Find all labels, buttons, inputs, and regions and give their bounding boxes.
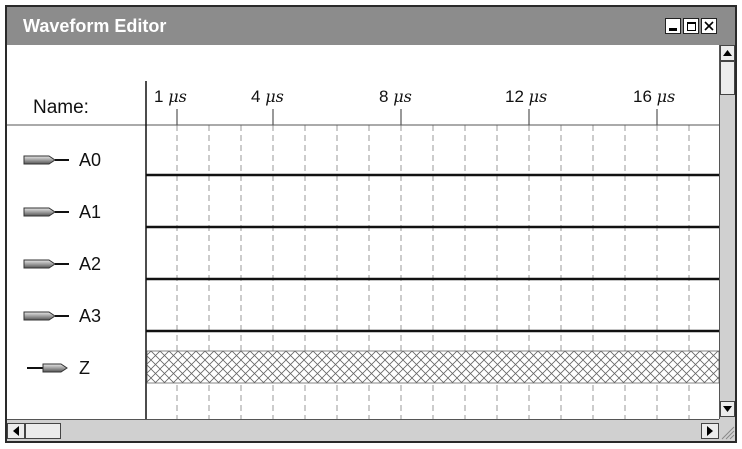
maximize-button[interactable]: [683, 18, 699, 34]
waveform-grid: [7, 81, 719, 419]
scroll-down-button[interactable]: [720, 401, 735, 417]
resize-grip-icon: [721, 426, 735, 440]
close-button[interactable]: [701, 18, 717, 34]
scroll-up-button[interactable]: [720, 45, 735, 61]
vertical-scroll-thumb[interactable]: [720, 61, 735, 95]
waveform-z-undefined[interactable]: [146, 350, 719, 384]
scroll-right-icon: [707, 426, 713, 436]
waveform-editor-window: Waveform Editor Name: 1 μs 4 μs 8 μs 12 …: [5, 5, 737, 443]
scroll-right-button[interactable]: [701, 423, 719, 439]
minimize-icon: [669, 28, 677, 31]
close-icon: [704, 21, 714, 31]
title-bar[interactable]: Waveform Editor: [7, 7, 735, 45]
waveform-area: Name: 1 μs 4 μs 8 μs 12 μs 16 μs A0 A1 A…: [7, 45, 719, 419]
window-title: Waveform Editor: [23, 16, 167, 36]
maximize-icon: [687, 22, 696, 31]
resize-grip[interactable]: [719, 419, 735, 441]
time-axis-ticks: [176, 109, 658, 125]
scroll-down-icon: [723, 406, 732, 412]
scroll-up-icon: [723, 50, 732, 56]
scroll-left-icon: [13, 426, 19, 436]
horizontal-scrollbar[interactable]: [7, 419, 719, 441]
scroll-left-button[interactable]: [7, 423, 25, 439]
vertical-scrollbar[interactable]: [719, 45, 735, 419]
horizontal-scroll-thumb[interactable]: [25, 423, 61, 439]
minimize-button[interactable]: [665, 18, 681, 34]
